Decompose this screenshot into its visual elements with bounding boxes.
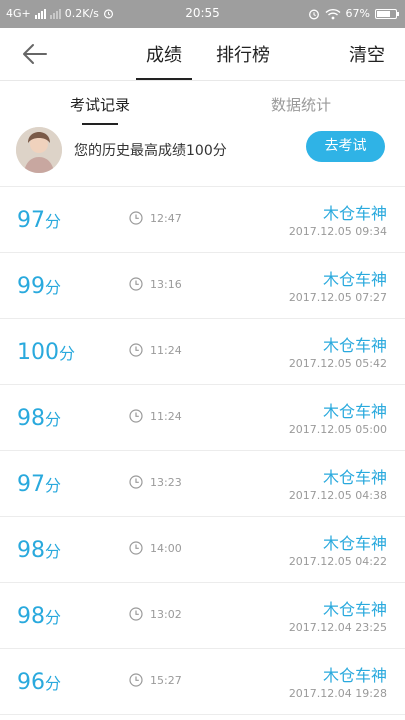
record-score: 98分: [17, 406, 61, 431]
wifi-icon: [325, 8, 341, 19]
clock-icon: [129, 475, 143, 489]
record-date: 2017.12.04 23:25: [288, 621, 387, 634]
score-value: 97: [17, 472, 45, 497]
clock-icon: [129, 343, 143, 357]
sub-tabs: 考试记录 数据统计: [0, 81, 405, 127]
record-date: 2017.12.05 05:00: [288, 423, 387, 436]
score-unit: 分: [45, 608, 62, 627]
clear-button[interactable]: 清空: [349, 41, 385, 67]
record-score: 96分: [17, 670, 61, 695]
record-score: 99分: [17, 274, 61, 299]
record-row[interactable]: 98分 13:02 木仓车神 2017.12.04 23:25: [0, 583, 405, 649]
clock-icon: [129, 211, 143, 225]
record-row[interactable]: 98分 14:00 木仓车神 2017.12.05 04:22: [0, 517, 405, 583]
battery-icon: [375, 8, 399, 19]
tab-data-stats[interactable]: 数据统计: [271, 94, 331, 115]
score-value: 98: [17, 604, 45, 629]
top-nav: 成绩 排行榜 清空: [0, 28, 405, 81]
record-date: 2017.12.05 05:42: [288, 357, 387, 370]
score-value: 100: [17, 340, 59, 365]
record-duration: 12:47: [150, 212, 182, 225]
best-score-banner: 您的历史最高成绩100分 去考试: [0, 126, 405, 187]
clock-icon: [129, 541, 143, 555]
record-date: 2017.12.05 04:22: [288, 555, 387, 568]
record-duration: 11:24: [150, 344, 182, 357]
score-unit: 分: [45, 476, 62, 495]
record-date: 2017.12.05 07:27: [288, 291, 387, 304]
tab-ranking[interactable]: 排行榜: [216, 41, 270, 67]
go-exam-button[interactable]: 去考试: [306, 131, 385, 162]
tab-score[interactable]: 成绩: [146, 41, 182, 67]
record-date: 2017.12.05 09:34: [288, 225, 387, 238]
record-title: 木仓车神: [322, 600, 387, 619]
battery-percent: 67%: [345, 7, 370, 20]
score-unit: 分: [45, 278, 62, 297]
active-tab-indicator: [136, 78, 192, 80]
clock-icon: [129, 673, 143, 687]
record-score: 98分: [17, 604, 61, 629]
record-duration: 11:24: [150, 410, 182, 423]
score-unit: 分: [59, 344, 76, 363]
record-title: 木仓车神: [322, 204, 387, 223]
alarm-clock-icon: [308, 9, 319, 19]
status-bar: 4G+ 0.2K/s 20:55 67%: [0, 0, 405, 28]
record-date: 2017.12.05 04:38: [288, 489, 387, 502]
record-score: 97分: [17, 472, 61, 497]
record-duration: 13:23: [150, 476, 182, 489]
record-title: 木仓车神: [322, 468, 387, 487]
record-date: 2017.12.04 19:28: [288, 687, 387, 700]
record-row[interactable]: 99分 13:16 木仓车神 2017.12.05 07:27: [0, 253, 405, 319]
best-score-text: 您的历史最高成绩100分: [74, 143, 227, 159]
active-subtab-indicator: [82, 123, 118, 125]
record-title: 木仓车神: [322, 666, 387, 685]
record-score: 100分: [17, 340, 75, 365]
score-value: 96: [17, 670, 45, 695]
score-value: 98: [17, 538, 45, 563]
record-title: 木仓车神: [322, 270, 387, 289]
back-arrow-icon[interactable]: [20, 40, 50, 68]
record-score: 98分: [17, 538, 61, 563]
record-duration: 13:02: [150, 608, 182, 621]
record-duration: 14:00: [150, 542, 182, 555]
score-value: 97: [17, 208, 45, 233]
record-title: 木仓车神: [322, 336, 387, 355]
score-value: 99: [17, 274, 45, 299]
record-row[interactable]: 100分 11:24 木仓车神 2017.12.05 05:42: [0, 319, 405, 385]
record-row[interactable]: 98分 11:24 木仓车神 2017.12.05 05:00: [0, 385, 405, 451]
avatar[interactable]: [16, 127, 62, 173]
status-right: 67%: [308, 7, 399, 20]
score-unit: 分: [45, 212, 62, 231]
record-list: 97分 12:47 木仓车神 2017.12.05 09:34 99分 13:1…: [0, 187, 405, 715]
clock-icon: [129, 409, 143, 423]
score-unit: 分: [45, 410, 62, 429]
clock-icon: [129, 277, 143, 291]
record-row[interactable]: 96分 15:27 木仓车神 2017.12.04 19:28: [0, 649, 405, 715]
record-title: 木仓车神: [322, 402, 387, 421]
record-duration: 15:27: [150, 674, 182, 687]
record-score: 97分: [17, 208, 61, 233]
score-value: 98: [17, 406, 45, 431]
record-duration: 13:16: [150, 278, 182, 291]
record-title: 木仓车神: [322, 534, 387, 553]
tab-exam-records[interactable]: 考试记录: [70, 94, 130, 115]
record-row[interactable]: 97分 13:23 木仓车神 2017.12.05 04:38: [0, 451, 405, 517]
record-row[interactable]: 97分 12:47 木仓车神 2017.12.05 09:34: [0, 187, 405, 253]
score-unit: 分: [45, 674, 62, 693]
clock-icon: [129, 607, 143, 621]
avatar-image: [16, 127, 62, 173]
score-unit: 分: [45, 542, 62, 561]
